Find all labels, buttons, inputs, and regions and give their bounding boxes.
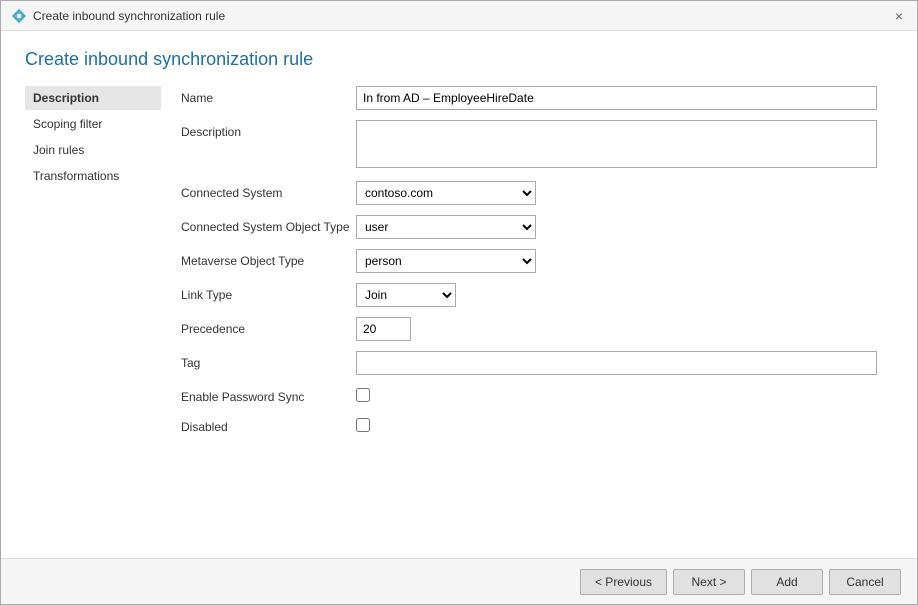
metaverse-object-type-label: Metaverse Object Type — [181, 249, 356, 268]
connected-system-object-type-select[interactable]: user — [356, 215, 536, 239]
description-row: Description — [181, 120, 877, 171]
metaverse-object-type-row: Metaverse Object Type person — [181, 249, 877, 273]
name-row: Name — [181, 86, 877, 110]
connected-system-object-type-control-wrap: user — [356, 215, 877, 239]
form-area: Name Description Connected System — [161, 82, 917, 558]
connected-system-row: Connected System contoso.com — [181, 181, 877, 205]
add-button[interactable]: Add — [751, 569, 823, 595]
description-label: Description — [181, 120, 356, 139]
sidebar: Description Scoping filter Join rules Tr… — [1, 82, 161, 558]
name-input[interactable] — [356, 86, 877, 110]
sidebar-item-transformations[interactable]: Transformations — [25, 164, 161, 188]
close-button[interactable]: × — [891, 9, 907, 23]
title-bar: Create inbound synchronization rule × — [1, 1, 917, 31]
tag-control-wrap — [356, 351, 877, 375]
previous-button[interactable]: < Previous — [580, 569, 667, 595]
connected-system-label: Connected System — [181, 181, 356, 200]
title-bar-left: Create inbound synchronization rule — [11, 8, 225, 24]
link-type-select[interactable]: Join — [356, 283, 456, 307]
precedence-input[interactable] — [356, 317, 411, 341]
disabled-control-wrap — [356, 415, 877, 435]
link-type-label: Link Type — [181, 283, 356, 302]
sidebar-item-scoping-filter[interactable]: Scoping filter — [25, 112, 161, 136]
connected-system-object-type-row: Connected System Object Type user — [181, 215, 877, 239]
cancel-button[interactable]: Cancel — [829, 569, 901, 595]
tag-input[interactable] — [356, 351, 877, 375]
description-control-wrap — [356, 120, 877, 171]
precedence-control-wrap — [356, 317, 877, 341]
metaverse-object-type-select[interactable]: person — [356, 249, 536, 273]
tag-label: Tag — [181, 351, 356, 370]
connected-system-object-type-label: Connected System Object Type — [181, 215, 356, 234]
metaverse-object-type-control-wrap: person — [356, 249, 877, 273]
sync-icon — [11, 8, 27, 24]
disabled-row: Disabled — [181, 415, 877, 435]
name-control-wrap — [356, 86, 877, 110]
enable-password-sync-checkbox[interactable] — [356, 388, 370, 402]
footer: < Previous Next > Add Cancel — [1, 558, 917, 604]
disabled-checkbox[interactable] — [356, 418, 370, 432]
tag-row: Tag — [181, 351, 877, 375]
title-bar-text: Create inbound synchronization rule — [33, 9, 225, 23]
page-title: Create inbound synchronization rule — [1, 31, 917, 82]
enable-password-sync-label: Enable Password Sync — [181, 385, 356, 404]
content-area: Create inbound synchronization rule Desc… — [1, 31, 917, 558]
precedence-label: Precedence — [181, 317, 356, 336]
description-input[interactable] — [356, 120, 877, 168]
enable-password-sync-control-wrap — [356, 385, 877, 405]
connected-system-control-wrap: contoso.com — [356, 181, 877, 205]
connected-system-select[interactable]: contoso.com — [356, 181, 536, 205]
dialog-window: Create inbound synchronization rule × Cr… — [0, 0, 918, 605]
precedence-row: Precedence — [181, 317, 877, 341]
sidebar-item-join-rules[interactable]: Join rules — [25, 138, 161, 162]
next-button[interactable]: Next > — [673, 569, 745, 595]
main-body: Description Scoping filter Join rules Tr… — [1, 82, 917, 558]
sidebar-item-description[interactable]: Description — [25, 86, 161, 110]
link-type-row: Link Type Join — [181, 283, 877, 307]
name-label: Name — [181, 86, 356, 105]
link-type-control-wrap: Join — [356, 283, 877, 307]
disabled-label: Disabled — [181, 415, 356, 434]
enable-password-sync-row: Enable Password Sync — [181, 385, 877, 405]
